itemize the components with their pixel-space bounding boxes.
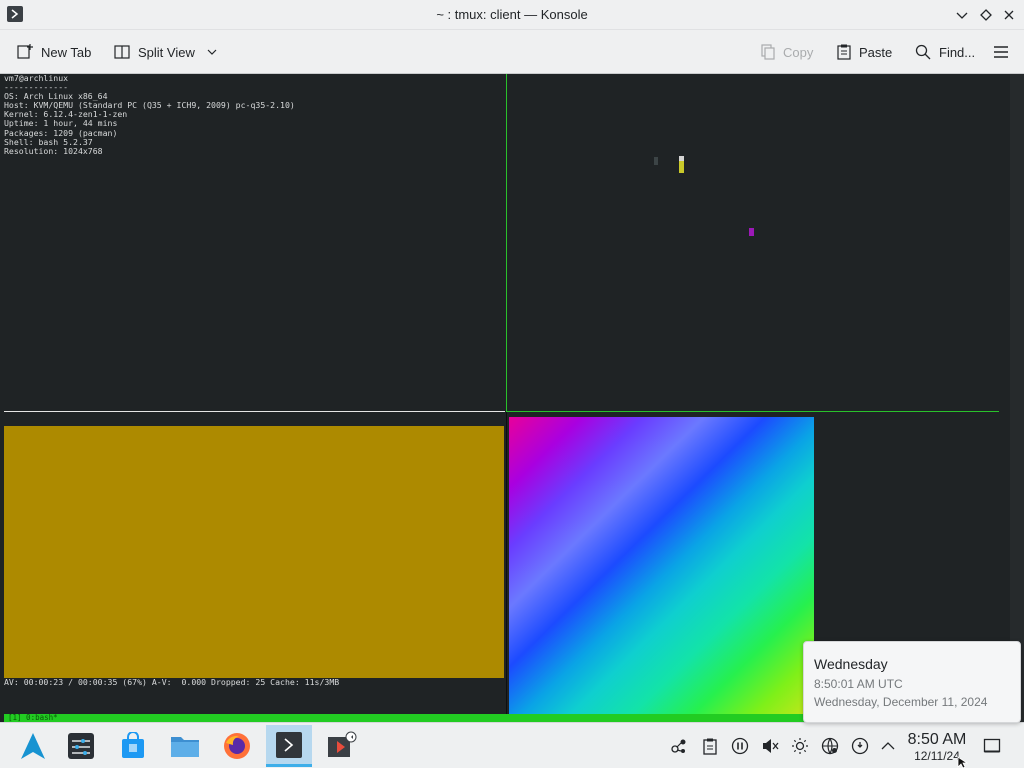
copy-icon <box>761 44 775 60</box>
mpv-status-line: AV: 00:00:23 / 00:00:35 (67%) A-V: 0.000… <box>4 677 340 687</box>
hamburger-menu-icon <box>994 46 1008 58</box>
task-file-manager[interactable] <box>162 725 208 767</box>
system-settings-icon <box>68 733 94 759</box>
brightness-icon <box>792 738 808 754</box>
terminal-cell-artifact <box>679 156 684 161</box>
file-manager-icon <box>171 737 199 757</box>
copy-button[interactable]: Copy <box>760 40 813 64</box>
find-label: Find... <box>939 44 976 60</box>
pane-divider-horizontal-left[interactable] <box>4 411 505 412</box>
title-bar[interactable]: ~ : tmux: client — Konsole <box>0 0 1024 30</box>
tooltip-full-date: Wednesday, December 11, 2024 <box>814 695 988 709</box>
mpv-video-pane <box>4 426 504 678</box>
konsole-icon <box>276 731 302 758</box>
kde-connect-tray[interactable] <box>670 737 688 755</box>
arch-launcher-icon <box>21 733 45 759</box>
updates-tray[interactable] <box>851 737 869 755</box>
split-view-button[interactable]: Split View <box>113 40 219 64</box>
show-hidden-icons-button[interactable] <box>879 737 897 755</box>
paste-icon <box>837 44 851 60</box>
find-button[interactable]: Find... <box>914 40 975 64</box>
task-firefox[interactable] <box>214 725 260 767</box>
terminal-scrollbar[interactable] <box>1010 74 1024 722</box>
task-discover[interactable] <box>110 725 156 767</box>
konsole-window: ~ : tmux: client — Konsole New Tab Split… <box>0 0 1024 722</box>
pause-icon <box>731 737 749 755</box>
tooltip-time-utc: 8:50:01 AM UTC <box>814 677 903 691</box>
application-launcher-button[interactable] <box>10 725 56 767</box>
split-view-label: Split View <box>138 44 195 60</box>
tooltip-day: Wednesday <box>814 656 888 672</box>
pane-divider-vertical[interactable] <box>506 74 507 412</box>
task-media-player[interactable] <box>318 725 364 767</box>
terminal-cell-artifact <box>749 228 754 236</box>
taskbar: 8:50 AM 12/11/24 <box>0 722 1024 768</box>
media-control-tray[interactable] <box>731 737 749 755</box>
window-title: ~ : tmux: client — Konsole <box>436 7 588 22</box>
new-tab-label: New Tab <box>41 44 92 60</box>
close-icon <box>1004 10 1014 20</box>
split-view-icon <box>114 45 130 59</box>
chevron-up-icon <box>881 742 895 750</box>
network-globe-icon <box>821 737 839 755</box>
task-system-settings[interactable] <box>58 725 104 767</box>
paste-label: Paste <box>859 44 893 60</box>
neofetch-line: Resolution: 1024x768 <box>4 145 103 156</box>
neofetch-output: vm7@archlinux ------------- OS: Arch Linux… <box>4 74 295 156</box>
terminal-area[interactable]: vm7@archlinux ------------- OS: Arch Linux… <box>0 74 1024 722</box>
clipboard-tray[interactable] <box>701 737 719 755</box>
search-icon <box>915 44 931 60</box>
chevron-down-icon <box>956 12 968 19</box>
task-konsole[interactable] <box>266 725 312 767</box>
pane-divider-horizontal-right[interactable] <box>507 411 999 412</box>
new-tab-button[interactable]: New Tab <box>16 40 91 64</box>
copy-label: Copy <box>783 44 814 60</box>
tmux-window-indicator: [1] 0:bash* <box>8 713 58 722</box>
network-tray[interactable] <box>821 737 839 755</box>
clipboard-icon <box>703 738 717 755</box>
desktop-icon <box>983 738 1001 753</box>
discover-icon <box>122 732 144 758</box>
firefox-icon <box>224 733 250 759</box>
brightness-tray[interactable] <box>791 737 809 755</box>
volume-tray[interactable] <box>761 737 779 755</box>
minimize-button[interactable] <box>953 6 971 24</box>
pane-divider-vertical-lower <box>506 412 507 714</box>
media-player-icon <box>328 731 357 757</box>
hamburger-menu-button[interactable] <box>992 40 1017 64</box>
paste-button[interactable]: Paste <box>836 40 892 64</box>
mouse-cursor-icon <box>957 756 969 768</box>
toolbar: New Tab Split View Copy Paste Find... <box>0 30 1024 74</box>
maximize-button[interactable] <box>977 6 995 24</box>
chevron-down-icon[interactable] <box>205 45 219 59</box>
close-button[interactable] <box>1000 6 1018 24</box>
clock-tooltip: Wednesday 8:50:01 AM UTC Wednesday, Dece… <box>803 641 1021 723</box>
diamond-icon <box>980 9 992 21</box>
volume-muted-icon <box>763 739 779 753</box>
terminal-cell-artifact <box>654 157 658 165</box>
new-tab-icon <box>17 44 33 59</box>
update-icon <box>851 737 869 755</box>
network-share-icon <box>671 739 686 753</box>
show-desktop-button[interactable] <box>983 737 1001 755</box>
rainbow-gradient-pane <box>509 417 814 715</box>
clock-time: 8:50 AM <box>907 731 967 748</box>
